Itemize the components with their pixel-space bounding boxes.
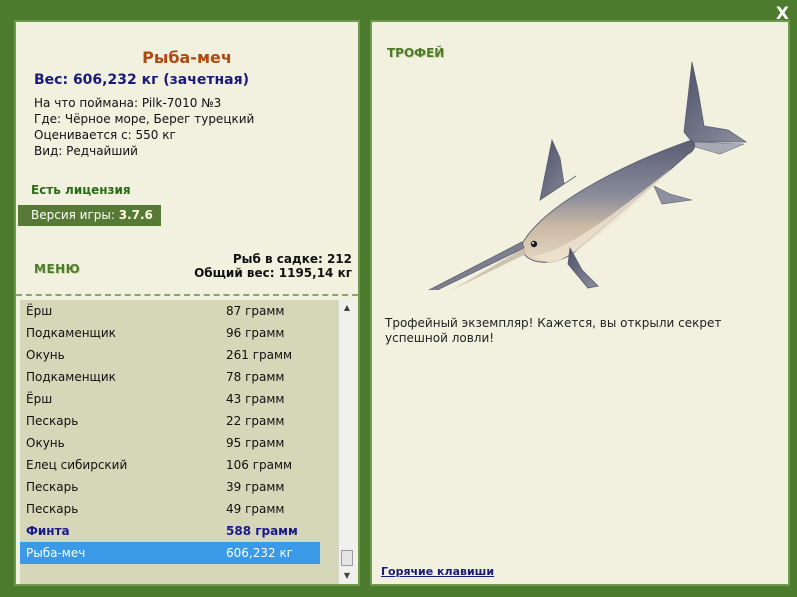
total-weight: Общий вес: 1195,14 кг <box>194 266 352 280</box>
list-item-weight: 96 грамм <box>226 326 285 340</box>
list-item-weight: 606,232 кг <box>226 546 293 560</box>
list-item-name: Елец сибирский <box>26 458 128 472</box>
keepnet-summary: Рыб в садке: 212 Общий вес: 1195,14 кг <box>194 252 352 280</box>
list-item-name: Подкаменщик <box>26 370 116 384</box>
list-item-weight: 39 грамм <box>226 480 285 494</box>
list-item[interactable]: Ёрш 43 грамм <box>20 388 320 410</box>
valued-from-line: Оценивается с: 550 кг <box>34 128 176 142</box>
list-item-name: Пескарь <box>26 414 79 428</box>
list-item-weight: 22 грамм <box>226 414 285 428</box>
list-item-weight: 78 грамм <box>226 370 285 384</box>
list-item[interactable]: Окунь 95 грамм <box>20 432 320 454</box>
list-item-weight: 95 грамм <box>226 436 285 450</box>
list-item-name: Окунь <box>26 348 65 362</box>
list-scrollbar[interactable]: ▲ ▼ <box>338 300 355 584</box>
list-item-weight: 87 грамм <box>226 304 285 318</box>
list-item[interactable]: Подкаменщик 96 грамм <box>20 322 320 344</box>
list-item[interactable]: Окунь 261 грамм <box>20 344 320 366</box>
list-item[interactable]: Ёрш 87 грамм <box>20 300 320 322</box>
scroll-thumb[interactable] <box>341 550 353 566</box>
trophy-text: Трофейный экземпляр! Кажется, вы открыли… <box>385 316 722 345</box>
list-item[interactable]: Пескарь 49 грамм <box>20 498 320 520</box>
location-line: Где: Чёрное море, Берег турецкий <box>34 112 255 126</box>
list-item[interactable]: Финта 588 грамм <box>20 520 320 542</box>
rarity-line: Вид: Редчайший <box>34 144 138 158</box>
fish-count: Рыб в садке: 212 <box>232 252 352 266</box>
fish-weight: Вес: 606,232 кг (зачетная) <box>34 72 249 88</box>
list-item-name: Подкаменщик <box>26 326 116 340</box>
scroll-up-icon[interactable]: ▲ <box>339 300 355 316</box>
list-item-name: Рыба-меч <box>26 546 86 560</box>
list-item-name: Финта <box>26 524 70 538</box>
hotkeys-link[interactable]: Горячие клавиши <box>381 565 494 578</box>
version-box: Версия игры: 3.7.6 <box>18 205 161 226</box>
list-item[interactable]: Пескарь 39 грамм <box>20 476 320 498</box>
scroll-down-icon[interactable]: ▼ <box>339 568 355 584</box>
list-item-name: Пескарь <box>26 480 79 494</box>
list-item-weight: 49 грамм <box>226 502 285 516</box>
catch-list[interactable]: Ёрш 87 грамм Подкаменщик 96 грамм Окунь 261 г… <box>20 300 342 584</box>
license-status: Есть лицензия <box>31 183 131 197</box>
list-item[interactable]: Пескарь 22 грамм <box>20 410 320 432</box>
list-item-name: Пескарь <box>26 502 79 516</box>
list-item-weight: 261 грамм <box>226 348 293 362</box>
list-item-weight: 106 грамм <box>226 458 293 472</box>
divider <box>16 294 358 296</box>
game-window: X Рыба-меч Вес: 606,232 кг (зачетная) На… <box>0 0 797 597</box>
trophy-panel: ТРОФЕЙ Трофейный экземпляр! Кажется, вы … <box>370 20 790 586</box>
list-item-weight: 43 грамм <box>226 392 285 406</box>
list-item-name: Окунь <box>26 436 65 450</box>
list-item[interactable]: Подкаменщик 78 грамм <box>20 366 320 388</box>
list-item-name: Ёрш <box>26 304 53 318</box>
list-item[interactable]: Рыба-меч 606,232 кг <box>20 542 320 564</box>
swordfish-image <box>428 61 748 290</box>
fish-title: Рыба-меч <box>142 48 232 67</box>
list-item-name: Ёрш <box>26 392 53 406</box>
version-value: 3.7.6 <box>118 208 153 222</box>
version-label: Версия игры: <box>31 208 119 222</box>
fish-info-panel: Рыба-меч Вес: 606,232 кг (зачетная) На ч… <box>14 20 360 586</box>
menu-button[interactable]: МЕНЮ <box>34 262 80 276</box>
list-item-weight: 588 грамм <box>226 524 298 538</box>
caught-on-line: На что поймана: Pilk-7010 №3 <box>34 96 222 110</box>
list-item[interactable]: Елец сибирский 106 грамм <box>20 454 320 476</box>
